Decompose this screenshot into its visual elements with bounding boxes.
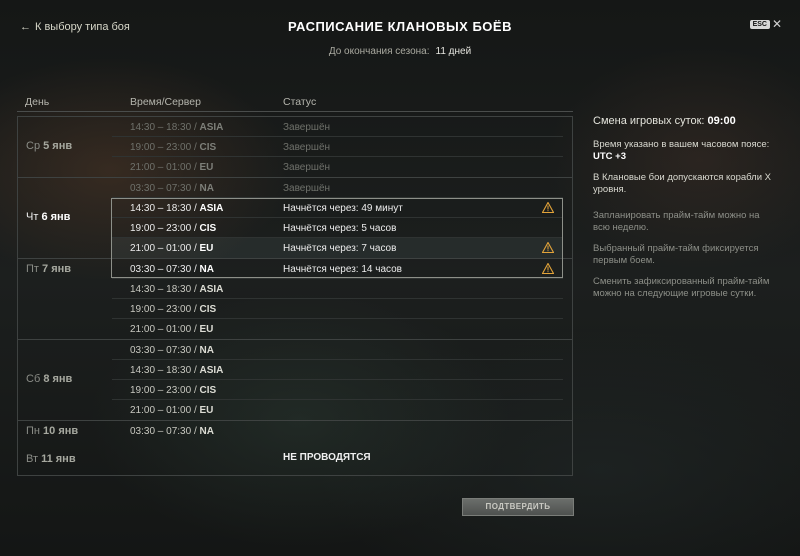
day-group: Ср 5 янв 14:30 – 18:30 / ASIA Завершён 1… [17,116,573,177]
day-label: Пт 7 янв [26,263,71,275]
date: 10 янв [43,425,79,437]
schedule-row: 14:30 – 18:30 / ASIA Завершён [112,117,563,137]
time-range: 03:30 – 07:30 / NA [130,183,214,194]
status-text: Начнётся через: 5 часов [283,223,397,234]
time-range: 19:00 – 23:00 / CIS [130,385,217,396]
note-change: Сменить зафиксированный прайм-тайм можно… [593,276,770,299]
day-group-current: Чт 6 янв 03:30 – 07:30 / NA Завершён 14:… [17,177,573,258]
time-range: 19:00 – 23:00 / CIS [130,223,217,234]
schedule-row: 03:30 – 07:30 / NA Завершён [112,178,563,198]
no-battles-row: Вт 11 янв НЕ ПРОВОДЯТСЯ [17,440,573,476]
day-label: Пн 10 янв [26,425,78,437]
time-range: 21:00 – 01:00 / EU [130,405,214,416]
time-range: 14:30 – 18:30 / ASIA [130,365,224,376]
schedule-row: 19:00 – 23:00 / CIS Завершён [112,137,563,157]
status-text: Начнётся через: 7 часов [283,243,397,254]
top-bar: ← К выбору типа боя РАСПИСАНИЕ КЛАНОВЫХ … [0,0,800,62]
schedule-row-selected[interactable]: 21:00 – 01:00 / EU Начнётся через: 7 час… [112,238,563,258]
date: 6 янв [41,211,71,223]
time-range: 19:00 – 23:00 / CIS [130,142,217,153]
schedule-row: 21:00 – 01:00 / EU Завершён [112,157,563,177]
weekday: Чт [26,211,39,223]
date: 8 янв [43,373,73,385]
time-range: 14:30 – 18:30 / ASIA [130,122,224,133]
day-group: Сб 8 янв 03:30 – 07:30 / NA 14:30 – 18:3… [17,339,573,420]
schedule-row[interactable]: 14:30 – 18:30 / ASIA [112,360,563,380]
schedule-row[interactable]: 21:00 – 01:00 / EU [112,400,563,420]
weekday: Ср [26,140,41,152]
season-label: До окончания сезона: [328,46,430,57]
page-title: РАСПИСАНИЕ КЛАНОВЫХ БОЁВ [287,19,513,34]
note-fixed: Выбранный прайм-тайм фиксируется первым … [593,243,759,266]
day-group: Пн 10 янв 03:30 – 07:30 / NA [17,420,573,441]
no-battles-text: НЕ ПРОВОДЯТСЯ [283,452,371,463]
schedule-row[interactable]: 03:30 – 07:30 / NA Начнётся через: 14 ча… [112,259,563,279]
time-range: 19:00 – 23:00 / CIS [130,304,217,315]
warning-icon[interactable] [542,242,554,253]
time-range: 21:00 – 01:00 / EU [130,243,214,254]
time-range: 03:30 – 07:30 / NA [130,345,214,356]
date: 7 янв [42,263,72,275]
status-text: Начнётся через: 49 минут [283,203,403,214]
date: 5 янв [43,140,73,152]
note-plan: Запланировать прайм-тайм можно на всю не… [593,210,760,233]
time-range: 03:30 – 07:30 / NA [130,426,214,437]
time-range: 03:30 – 07:30 / NA [130,264,214,275]
column-header-time: Время/Сервер [130,96,201,108]
header-divider [17,111,573,112]
time-range: 21:00 – 01:00 / EU [130,324,214,335]
status-text: Начнётся через: 14 часов [283,264,402,275]
esc-key-badge: ESC [749,20,770,29]
schedule-row[interactable]: 14:30 – 18:30 / ASIA Начнётся через: 49 … [112,198,563,218]
confirm-button[interactable]: ПОДТВЕРДИТЬ [462,498,574,516]
status-text: Завершён [283,122,331,133]
column-header-day: День [25,96,50,108]
status-text: Завершён [283,142,331,153]
weekday: Сб [26,373,41,385]
day-label: Чт 6 янв [26,211,70,223]
schedule-row[interactable]: 03:30 – 07:30 / NA [112,421,563,441]
warning-icon[interactable] [542,263,554,274]
schedule-row[interactable]: 14:30 – 18:30 / ASIA [112,279,563,299]
info-panel: Смена игровых суток: 09:00 Время указано… [593,115,773,309]
time-range: 14:30 – 18:30 / ASIA [130,203,224,214]
warning-icon[interactable] [542,202,554,213]
season-value: 11 дней [435,46,472,57]
weekday: Пн [26,425,40,437]
column-header-status: Статус [283,96,317,108]
close-icon[interactable]: ✕ [772,17,782,31]
time-range: 14:30 – 18:30 / ASIA [130,284,224,295]
status-text: Завершён [283,183,331,194]
status-text: Завершён [283,162,331,173]
tier-note: В Клановые бои допускаются корабли X уро… [593,172,771,195]
schedule-table: Ср 5 янв 14:30 – 18:30 / ASIA Завершён 1… [17,116,573,441]
weekday: Пт [26,263,39,275]
day-label: Вт 11 янв [26,453,76,465]
date: 11 янв [41,453,76,465]
schedule-row[interactable]: 19:00 – 23:00 / CIS [112,380,563,400]
schedule-row[interactable]: 19:00 – 23:00 / CIS Начнётся через: 5 ча… [112,218,563,238]
day-change-info: Смена игровых суток: 09:00 [593,115,736,127]
day-label: Ср 5 янв [26,140,72,152]
season-remaining: До окончания сезона: 11 дней [0,46,800,57]
day-group: Пт 7 янв 03:30 – 07:30 / NA Начнётся чер… [17,258,573,339]
time-range: 21:00 – 01:00 / EU [130,162,214,173]
weekday: Вт [26,453,39,465]
timezone-info: Время указано в вашем часовом поясе: UTC… [593,139,770,162]
schedule-row[interactable]: 03:30 – 07:30 / NA [112,340,563,360]
schedule-row[interactable]: 19:00 – 23:00 / CIS [112,299,563,319]
day-label: Сб 8 янв [26,373,72,385]
schedule-row[interactable]: 21:00 – 01:00 / EU [112,319,563,339]
